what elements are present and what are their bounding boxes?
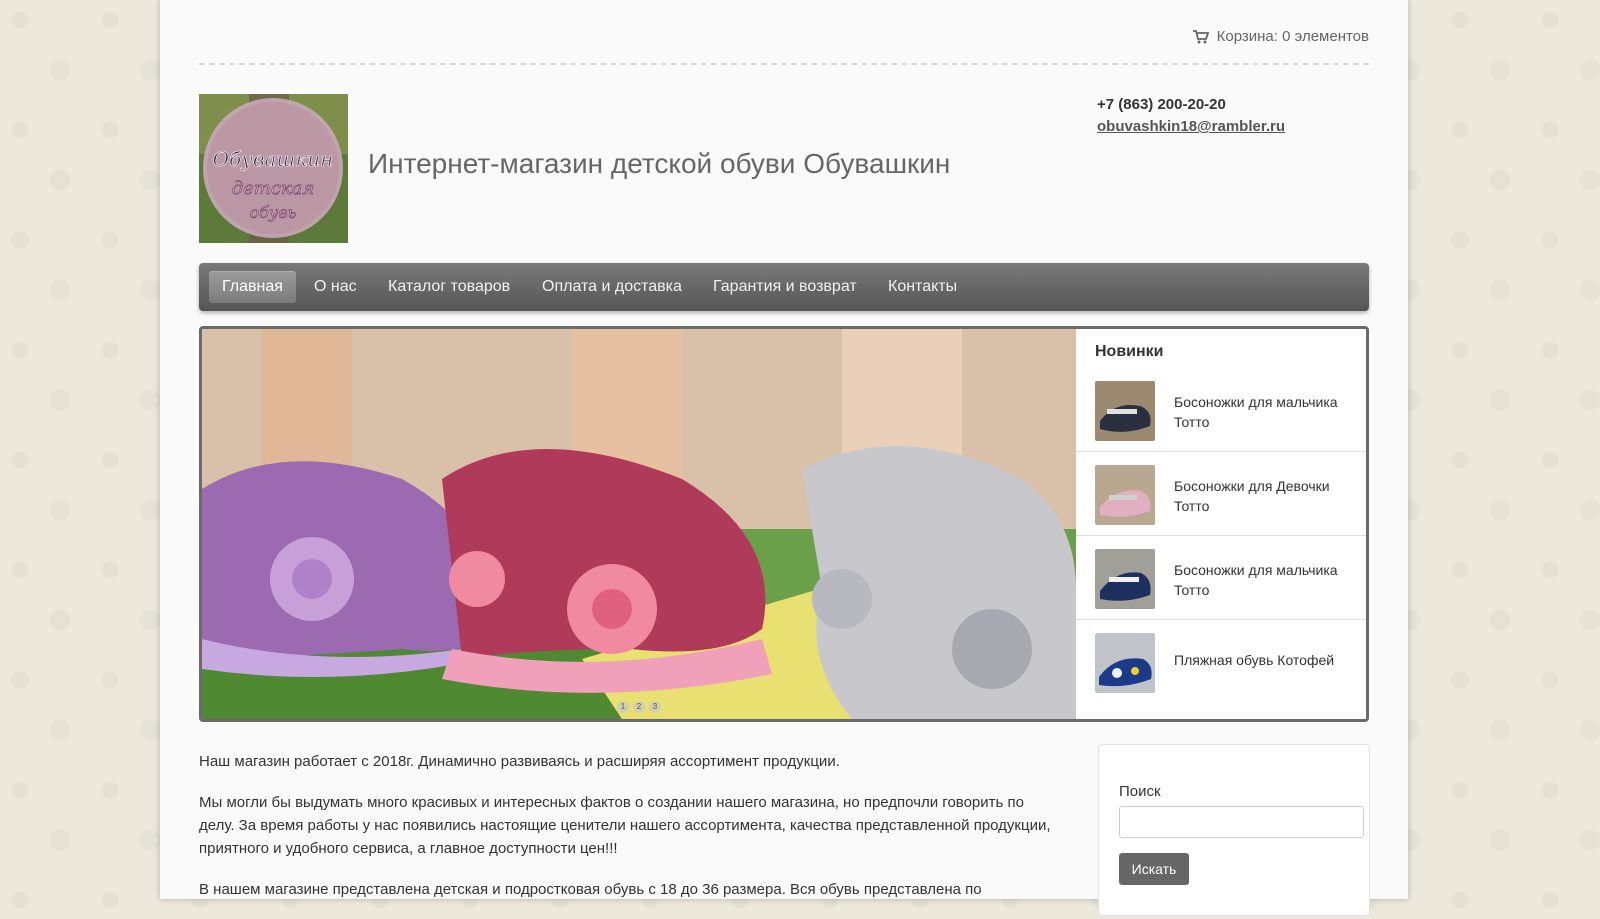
site-title: Интернет-магазин детской обуви Обувашкин [368, 148, 951, 179]
nav-item-home[interactable]: Главная [209, 271, 296, 303]
main-nav: Главная О нас Каталог товаров Оплата и д… [199, 263, 1369, 311]
main-content: Наш магазин работает с 2018г. Динамично … [199, 750, 1059, 919]
slider-dot-1[interactable]: 1 [617, 701, 629, 713]
search-input[interactable] [1119, 806, 1364, 838]
cart-link[interactable]: Корзина: 0 элементов [1192, 28, 1369, 45]
nav-item-catalog[interactable]: Каталог товаров [375, 271, 523, 303]
logo-text-1: Обувашкин [213, 147, 334, 171]
news-title: Новинки [1095, 343, 1164, 360]
top-bar: Корзина: 0 элементов [199, 0, 1369, 65]
page-container: Корзина: 0 элементов Обувашкин детская о… [160, 0, 1408, 916]
site-logo[interactable]: Обувашкин детская обувь [199, 94, 348, 243]
slider-dot-2[interactable]: 2 [633, 701, 645, 713]
hero-slide-image[interactable]: 1 2 3 [202, 329, 1076, 719]
content-paragraph-3: В нашем магазине представлена детская и … [199, 881, 982, 898]
product-thumbnail[interactable] [1095, 549, 1155, 609]
news-item[interactable]: Босоножки для Девочки Тотто [1076, 451, 1366, 536]
hero-block: 1 2 3 Новинки Босоножки для мальчика Тот… [199, 326, 1369, 722]
nav-item-payment-delivery[interactable]: Оплата и доставка [529, 271, 695, 303]
news-item[interactable]: Босоножки для мальчика Тотто [1076, 535, 1366, 620]
search-widget: Поиск Искать [1098, 744, 1370, 916]
news-item-label[interactable]: Пляжная обувь Котофей [1174, 650, 1354, 670]
search-button[interactable]: Искать [1119, 853, 1189, 885]
news-panel: Новинки Босоножки для мальчика Тотто Бос… [1076, 329, 1366, 719]
email-link[interactable]: obuvashkin18@rambler.ru [1097, 118, 1285, 135]
slider-dots: 1 2 3 [617, 701, 661, 713]
news-item-label[interactable]: Босоножки для мальчика Тотто [1174, 560, 1354, 600]
cart-icon [1192, 29, 1209, 43]
logo-text-2: детская [232, 178, 315, 199]
phone-number: +7 (863) 200-20-20 [1097, 96, 1226, 113]
news-item[interactable]: Пляжная обувь Котофей [1076, 619, 1366, 703]
search-label: Поиск [1119, 783, 1161, 800]
contacts-block: +7 (863) 200-20-20 obuvashkin18@rambler.… [1097, 96, 1285, 135]
content-paragraph-1: Наш магазин работает с 2018г. Динамично … [199, 753, 840, 770]
logo-text-3: обувь [250, 203, 297, 222]
nav-item-contacts[interactable]: Контакты [875, 271, 970, 303]
content-paragraph-2: Мы могли бы выдумать много красивых и ин… [199, 794, 1051, 857]
nav-item-warranty-return[interactable]: Гарантия и возврат [700, 271, 870, 303]
slider-dot-3[interactable]: 3 [649, 701, 661, 713]
news-item-label[interactable]: Босоножки для Девочки Тотто [1174, 476, 1354, 516]
cart-label: Корзина: 0 элементов [1216, 28, 1369, 45]
nav-item-about[interactable]: О нас [301, 271, 370, 303]
news-item-label[interactable]: Босоножки для мальчика Тотто [1174, 392, 1354, 432]
product-thumbnail[interactable] [1095, 633, 1155, 693]
page-inner: Корзина: 0 элементов Обувашкин детская о… [199, 0, 1370, 916]
product-thumbnail[interactable] [1095, 465, 1155, 525]
news-item[interactable]: Босоножки для мальчика Тотто [1076, 367, 1366, 452]
product-thumbnail[interactable] [1095, 381, 1155, 441]
